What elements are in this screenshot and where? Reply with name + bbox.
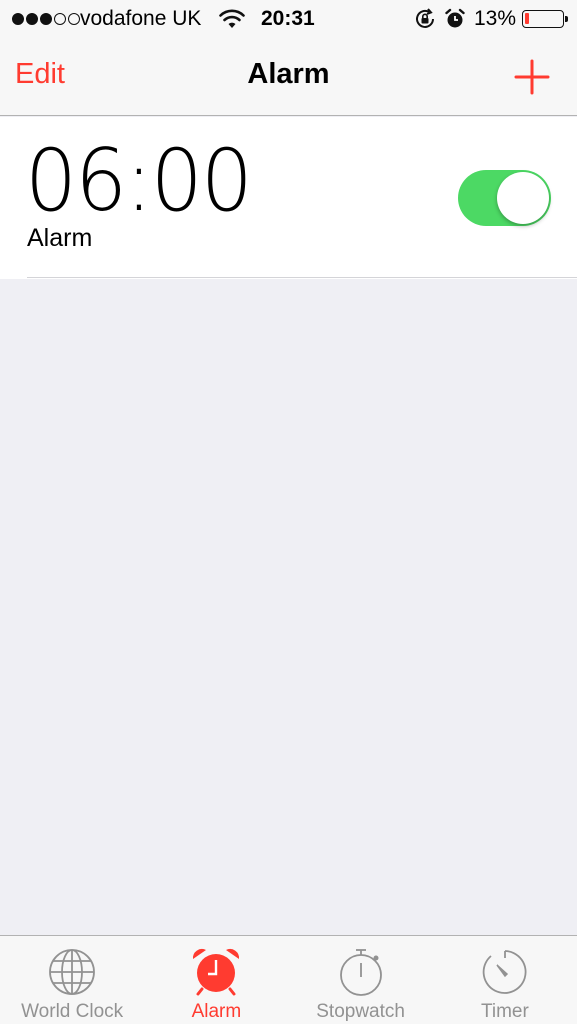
alarm-label: Alarm [27,224,93,252]
row-divider [27,277,577,278]
alarm-row[interactable]: 06:00 Alarm [0,117,577,279]
tab-world-clock[interactable]: World Clock [0,936,144,1024]
battery-percent: 13% [474,7,517,30]
tab-label: Timer [480,1001,529,1022]
status-time: 20:31 [261,7,315,30]
toggle-knob [497,172,549,224]
alarm-clock-icon [193,949,240,996]
battery-level [525,13,529,24]
alarm-toggle[interactable] [458,170,551,226]
clock-app-screen: vodafone UK 20:31 13% Edit Alarm 06:00 A… [0,0,577,1024]
battery-icon [522,10,568,28]
plus-icon [514,59,550,95]
signal-strength-icon [12,13,80,25]
add-alarm-button[interactable] [512,57,552,97]
status-bar: vodafone UK 20:31 13% [0,0,577,40]
tab-alarm[interactable]: Alarm [144,936,288,1024]
stopwatch-icon [339,949,382,996]
tab-timer[interactable]: Timer [433,936,577,1024]
page-title: Alarm [247,58,330,90]
wifi-icon [219,8,245,36]
tab-stopwatch[interactable]: Stopwatch [289,936,433,1024]
globe-icon [49,949,96,995]
tab-label: Stopwatch [316,1001,405,1022]
alarm-icon [445,8,465,36]
navigation-bar: Edit Alarm [0,40,577,116]
carrier-name: vodafone UK [80,7,202,30]
tab-bar: World Clock Alarm Stopwatch Timer [0,935,577,1024]
rotation-lock-icon [414,8,436,36]
alarm-time: 06:00 [25,131,253,231]
tab-label: Alarm [191,1001,242,1022]
timer-icon [482,950,527,994]
tab-label: World Clock [21,1001,124,1022]
